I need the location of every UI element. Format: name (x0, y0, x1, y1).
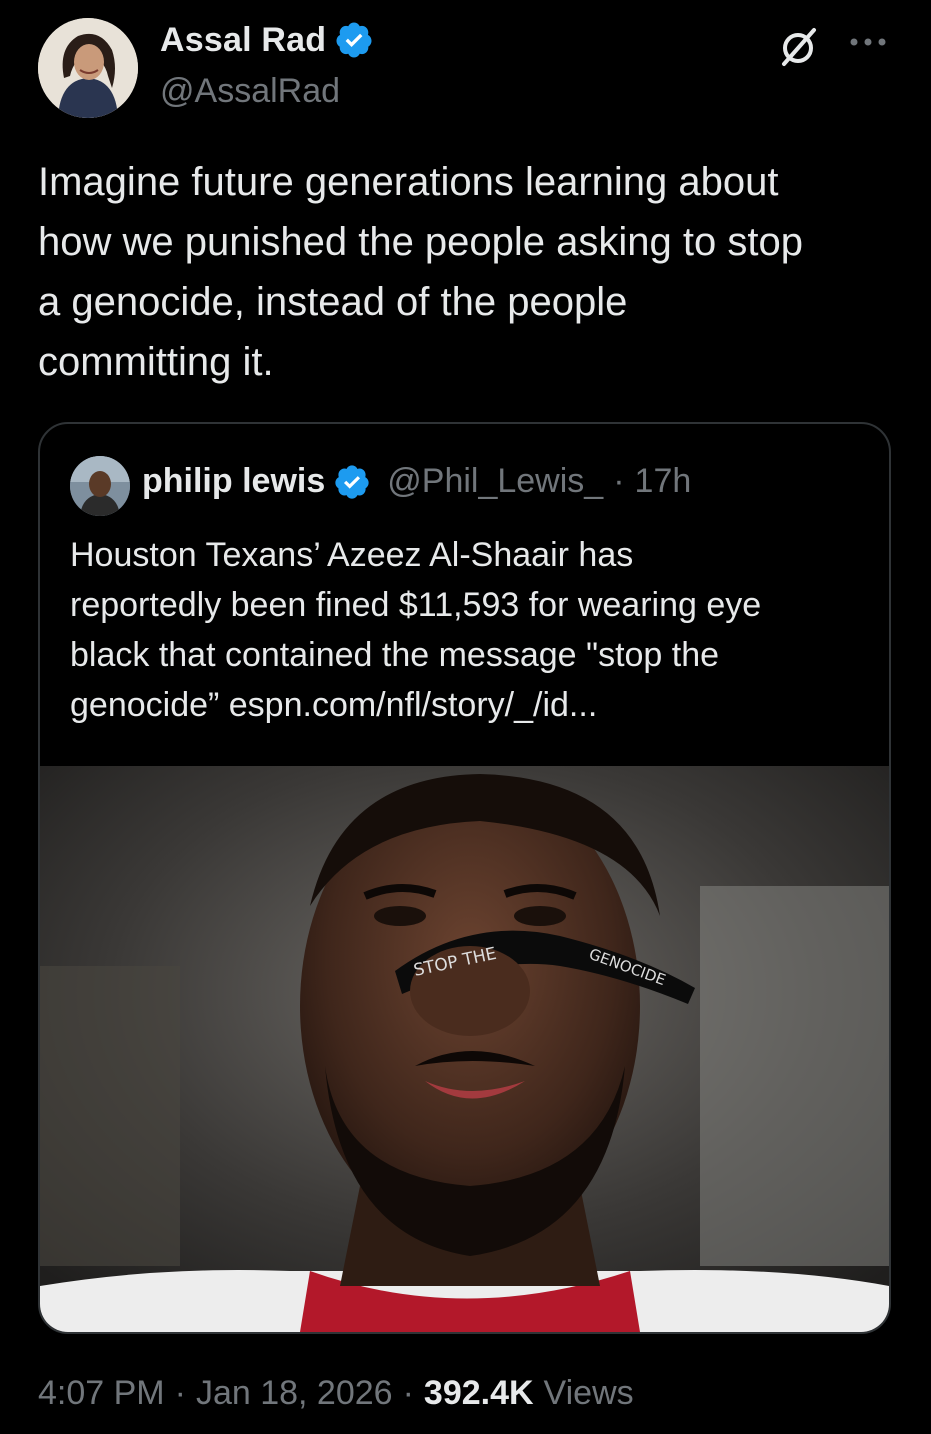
author-handle[interactable]: @AssalRad (160, 72, 340, 111)
verified-badge-icon (335, 464, 369, 499)
meta-separator: · (174, 1374, 186, 1412)
views-label: Views (543, 1374, 634, 1412)
quote-media-image[interactable]: STOP THE GENOCIDE (40, 766, 889, 1332)
quoted-tweet-card[interactable]: philip lewis @Phil_Lewis_ · 17h Houston … (38, 422, 891, 1334)
grok-icon[interactable] (776, 24, 820, 68)
more-icon[interactable] (846, 30, 890, 54)
tweet-text: Imagine future generations learning abou… (38, 160, 803, 384)
meta-separator: · (402, 1374, 414, 1412)
author-display-name[interactable]: Assal Rad (160, 21, 326, 60)
tweet-container: Assal Rad @AssalRad Imagine future gener… (0, 0, 931, 1434)
quote-author-handle[interactable]: @Phil_Lewis_ (387, 462, 603, 501)
views-count[interactable]: 392.4K (424, 1374, 534, 1413)
tweet-date[interactable]: Jan 18, 2026 (196, 1374, 393, 1413)
quote-text: Houston Texans’ Azeez Al-Shaair has repo… (70, 536, 762, 724)
quote-author-name[interactable]: philip lewis (142, 462, 325, 501)
tweet-time[interactable]: 4:07 PM (38, 1374, 165, 1413)
quote-author-avatar[interactable] (70, 456, 130, 516)
quote-separator: · (613, 462, 625, 500)
quote-age[interactable]: 17h (635, 462, 692, 501)
author-avatar[interactable] (38, 18, 138, 118)
verified-badge-icon (336, 22, 372, 58)
quote-header[interactable]: philip lewis @Phil_Lewis_ · 17h (142, 462, 691, 501)
tweet-meta: 4:07 PM · Jan 18, 2026 · 392.4K Views (38, 1374, 634, 1413)
author-name-row[interactable]: Assal Rad (160, 20, 374, 60)
